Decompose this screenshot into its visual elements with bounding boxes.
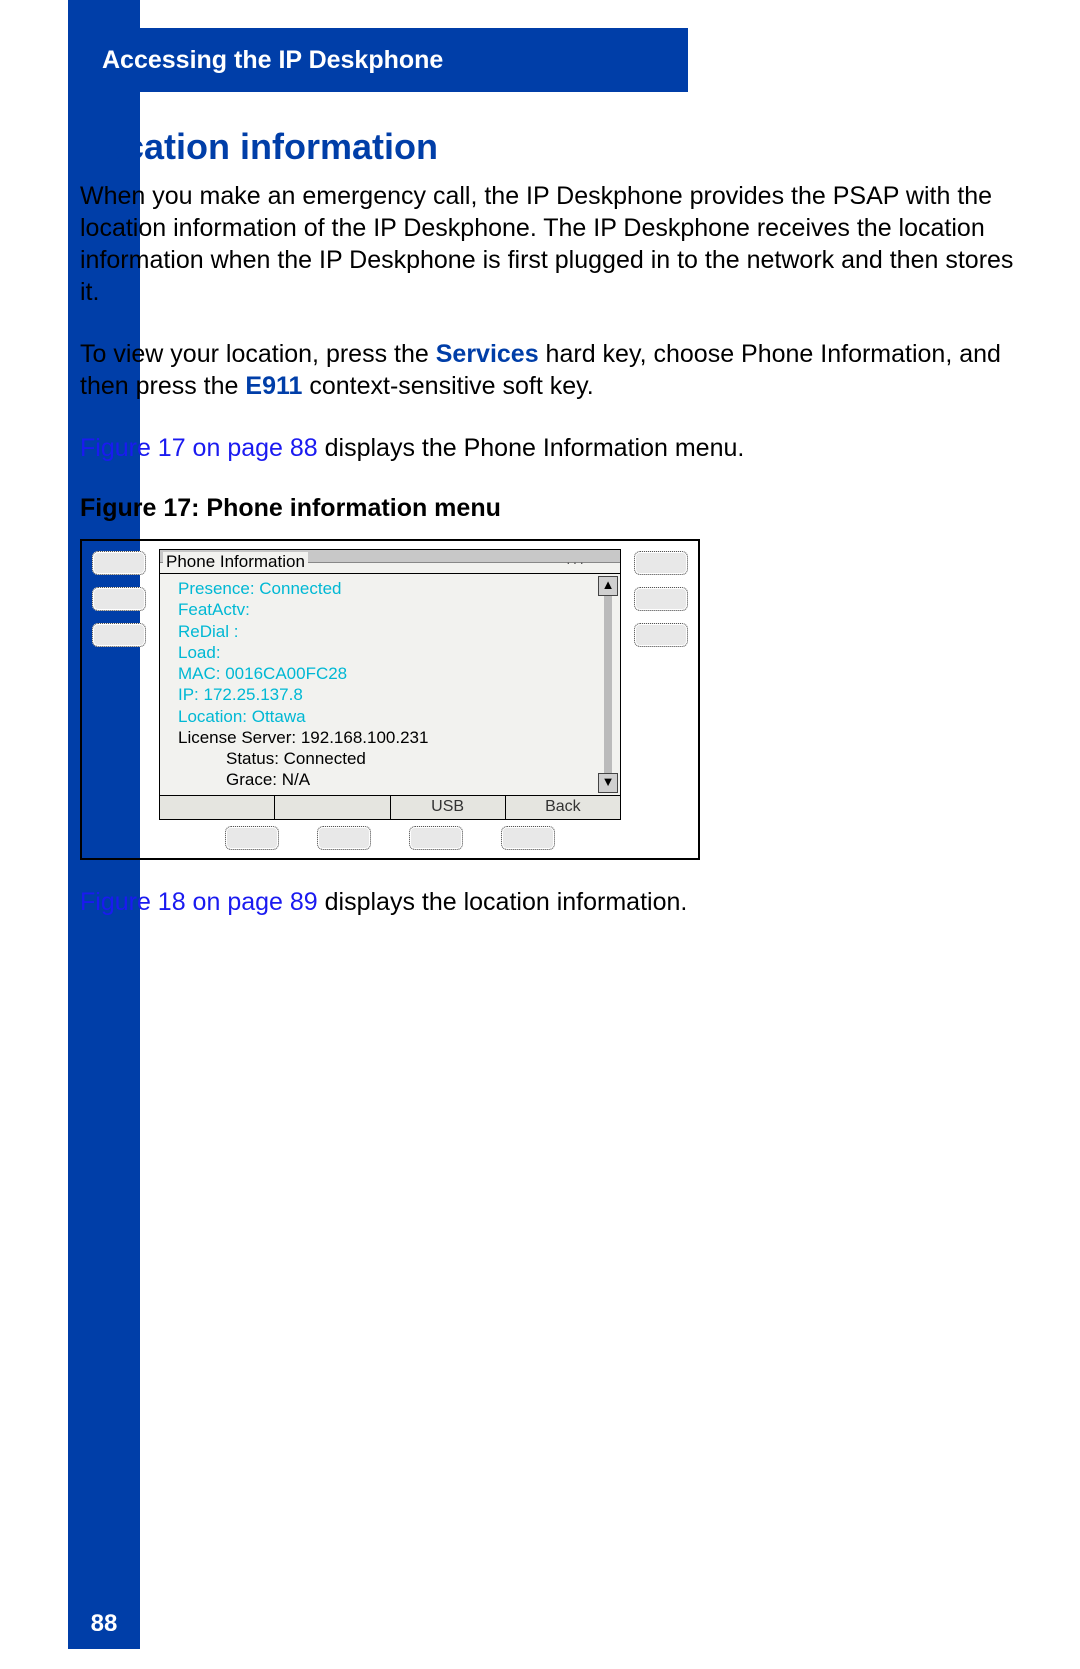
- softkey-row: USB Back: [160, 795, 620, 819]
- line-location: Location: Ottawa: [178, 706, 590, 727]
- bottom-hard-keys: [82, 826, 698, 850]
- hard-key-bottom-4[interactable]: [501, 826, 555, 850]
- figure-18-xref[interactable]: Figure 18 on page 89: [80, 888, 318, 916]
- titlebar-menu-icon: ···: [566, 554, 586, 570]
- scroll-up-icon[interactable]: ▲: [598, 576, 618, 596]
- line-mac: MAC: 0016CA00FC28: [178, 663, 590, 684]
- line-status: Status: Connected: [178, 748, 590, 769]
- page-number-value: 88: [91, 1610, 118, 1638]
- softkey-1[interactable]: [160, 796, 275, 819]
- page-header: Accessing the IP Deskphone: [68, 28, 688, 92]
- figure-caption: Figure 17: Phone information menu: [80, 494, 1020, 523]
- softkey-4-back[interactable]: Back: [506, 796, 620, 819]
- screen-titlebar: Phone Information ···: [160, 550, 620, 574]
- screen-body: Presence: Connected FeatActv: ReDial : L…: [160, 574, 620, 795]
- services-keyword: Services: [436, 340, 539, 368]
- para2-text-a: To view your location, press the: [80, 340, 436, 368]
- page-number: 88: [68, 1599, 140, 1649]
- page-header-title: Accessing the IP Deskphone: [102, 46, 443, 75]
- scroll-track: [604, 596, 612, 773]
- paragraph-1: When you make an emergency call, the IP …: [80, 180, 1020, 308]
- line-presence: Presence: Connected: [178, 578, 590, 599]
- line-license: License Server: 192.168.100.231: [178, 727, 590, 748]
- line-ip: IP: 172.25.137.8: [178, 684, 590, 705]
- phone-screen: Phone Information ··· Presence: Connecte…: [159, 549, 621, 820]
- screen-scrollbar[interactable]: ▲ ▼: [598, 576, 618, 793]
- hard-key-bottom-1[interactable]: [225, 826, 279, 850]
- hard-key-left-3[interactable]: [92, 623, 146, 647]
- screen-title: Phone Information: [163, 552, 308, 572]
- line-load: Load:: [178, 642, 590, 663]
- figure-17: Phone Information ··· Presence: Connecte…: [80, 539, 700, 860]
- hard-key-right-3[interactable]: [634, 623, 688, 647]
- hard-key-left-1[interactable]: [92, 551, 146, 575]
- para3-rest: displays the Phone Information menu.: [318, 434, 745, 462]
- section-title: Location information: [80, 126, 1020, 168]
- hard-key-right-2[interactable]: [634, 587, 688, 611]
- content-area: Location information When you make an em…: [80, 118, 1020, 948]
- e911-keyword: E911: [245, 372, 302, 400]
- para2-text-c: context-sensitive soft key.: [302, 372, 593, 400]
- paragraph-2: To view your location, press the Service…: [80, 338, 1020, 402]
- scroll-down-icon[interactable]: ▼: [598, 773, 618, 793]
- softkey-2[interactable]: [275, 796, 390, 819]
- figure-17-xref[interactable]: Figure 17 on page 88: [80, 434, 318, 462]
- softkey-3-usb[interactable]: USB: [391, 796, 506, 819]
- hard-key-bottom-2[interactable]: [317, 826, 371, 850]
- right-hard-keys: [634, 551, 688, 647]
- paragraph-3: Figure 17 on page 88 displays the Phone …: [80, 432, 1020, 464]
- line-featactv: FeatActv:: [178, 599, 590, 620]
- hard-key-right-1[interactable]: [634, 551, 688, 575]
- hard-key-bottom-3[interactable]: [409, 826, 463, 850]
- line-grace: Grace: N/A: [178, 769, 590, 790]
- line-redial: ReDial :: [178, 621, 590, 642]
- para4-rest: displays the location information.: [318, 888, 688, 916]
- left-hard-keys: [92, 551, 146, 647]
- hard-key-left-2[interactable]: [92, 587, 146, 611]
- paragraph-4: Figure 18 on page 89 displays the locati…: [80, 886, 1020, 918]
